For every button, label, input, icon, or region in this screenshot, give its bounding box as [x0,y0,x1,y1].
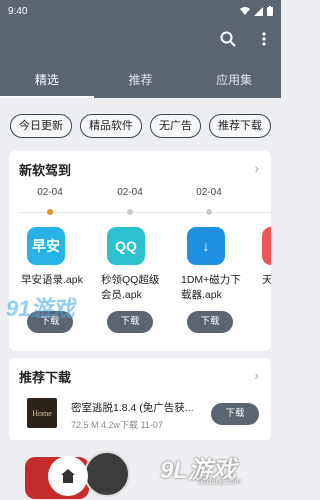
appbar-actions [219,30,273,48]
chevron-right-icon[interactable]: › [254,367,259,383]
new-software-card: 新软驾到 › 02-04 02-04 02-04 早安 早安语录.apk 下载 … [9,151,271,351]
app-icon: 早安 [27,227,65,265]
tab-recommend[interactable]: 推荐 [94,70,188,98]
home-icon [61,469,75,483]
app-item[interactable]: 早安 早安语录.apk 下载 [21,227,83,333]
timeline-date: 02-04 [117,187,143,198]
more-vert-icon[interactable] [255,30,273,48]
chip-premium-software[interactable]: 精品软件 [80,114,142,138]
signal-icon [254,6,263,16]
app-name: 早安语录.apk [21,274,83,286]
new-apps-row: 早安 早安语录.apk 下载 QQ 秒领QQ超级会员.apk 下载 ↓ 1DM+… [9,227,271,351]
chip-today-update[interactable]: 今日更新 [10,114,72,138]
download-button[interactable]: 下载 [187,311,233,333]
app-size: 72.5 M [71,420,99,430]
app-item[interactable]: QQ 秒领QQ超级会员.apk 下载 [101,227,163,333]
app-downloads: 4.2w下载 [101,420,139,430]
timeline-date: 02-04 [196,187,222,198]
list-item[interactable]: Home 密室逃脱1.8.4 (免广告获... 72.5 M 4.2w下载 11… [9,398,271,436]
app-meta: 72.5 M 4.2w下载 11-07 [71,418,163,431]
download-button[interactable]: 下载 [107,311,153,333]
app-name: 天v. [262,274,271,286]
download-button[interactable]: 下载 [211,403,259,425]
category-chips: 今日更新 精品软件 无广告 推荐下载 [10,114,271,138]
app-icon [262,227,271,265]
timeline: 02-04 02-04 02-04 [9,187,271,217]
tab-collections[interactable]: 应用集 [187,70,281,98]
app-bar: 9:40 精选 推荐 应用集 [0,0,281,98]
timeline-date: 02-04 [37,187,63,198]
battery-icon [267,6,273,16]
wifi-icon [240,6,250,15]
app-name: 1DM+磁力下载器.apk [181,274,241,301]
download-button[interactable]: 下载 [27,311,73,333]
app-icon: QQ [107,227,145,265]
chip-recommended-download[interactable]: 推荐下载 [209,114,271,138]
app-name: 密室逃脱1.8.4 (免广告获... [71,402,194,414]
top-tabs: 精选 推荐 应用集 [0,70,281,98]
section-title: 新软驾到 [19,163,72,178]
app-item[interactable]: ↓ 1DM+磁力下载器.apk 下载 [181,227,243,333]
tab-featured[interactable]: 精选 [0,70,94,98]
section-title: 推荐下载 [19,370,72,385]
chevron-right-icon[interactable]: › [254,160,259,176]
app-date: 11-07 [140,420,163,430]
bottom-nav [0,442,281,500]
timeline-dot [47,209,53,215]
status-icons [240,6,273,16]
app-icon: Home [27,398,57,428]
search-icon[interactable] [219,30,237,48]
status-time: 9:40 [8,5,28,17]
timeline-dot [206,209,212,215]
app-item[interactable]: 天v. 下 [254,227,271,288]
app-icon: ↓ [187,227,225,265]
app-name: 秒领QQ超级会员.apk [101,274,160,301]
promo-circle[interactable] [84,451,130,497]
status-bar: 9:40 [8,3,273,19]
timeline-dot [127,209,133,215]
recommended-card: 推荐下载 › Home 密室逃脱1.8.4 (免广告获... 72.5 M 4.… [9,358,271,440]
chip-no-ads[interactable]: 无广告 [150,114,201,138]
timeline-line [19,212,271,213]
home-button[interactable] [48,456,88,496]
